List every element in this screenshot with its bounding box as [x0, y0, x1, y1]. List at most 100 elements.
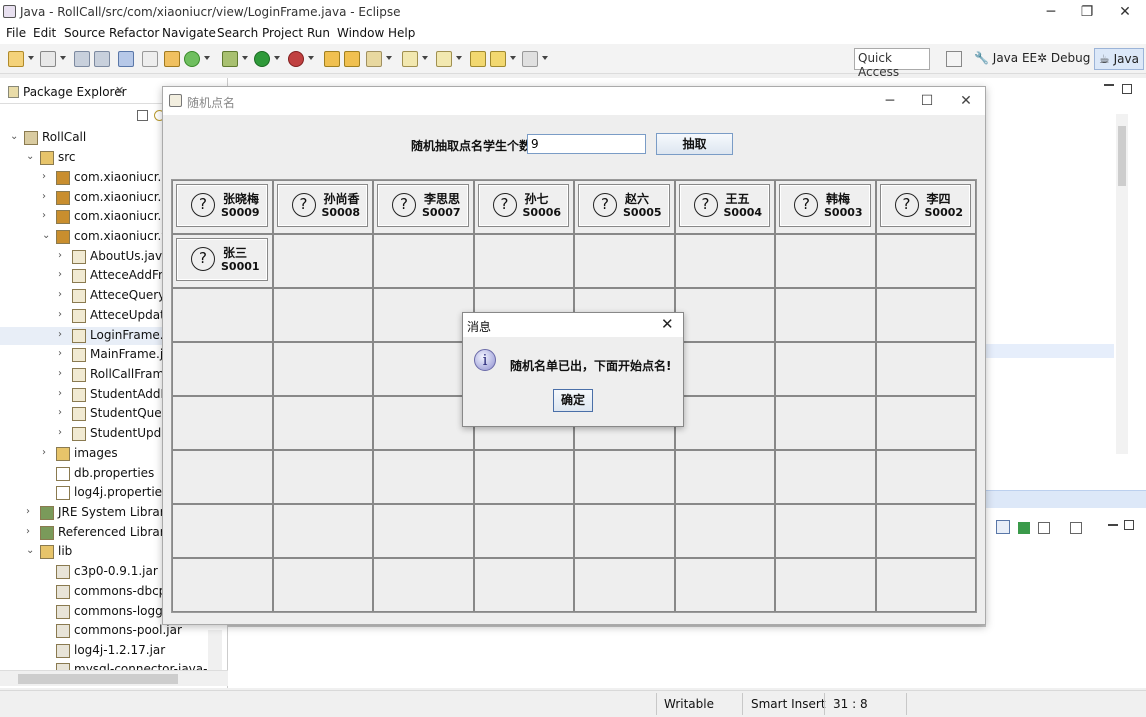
debug-icon[interactable] [222, 51, 238, 67]
chevron-down-icon[interactable] [386, 56, 392, 60]
grid-cell [776, 559, 875, 611]
frame-maximize-button[interactable]: ☐ [916, 91, 938, 111]
menu-window[interactable]: Window [337, 26, 384, 40]
next-annotation-icon[interactable] [402, 51, 418, 67]
maximize-view-icon[interactable] [1122, 84, 1132, 94]
dialog-close-button[interactable]: ✕ [661, 315, 674, 333]
prev-annotation-icon[interactable] [436, 51, 452, 67]
chevron-right-icon[interactable]: › [58, 427, 70, 439]
chevron-down-icon[interactable] [542, 56, 548, 60]
chevron-right-icon[interactable]: › [58, 407, 70, 419]
menu-search[interactable]: Search [217, 26, 258, 40]
chevron-down-icon[interactable]: ⌄ [26, 545, 38, 557]
chevron-right-icon[interactable]: › [42, 210, 54, 222]
student-id: S0002 [924, 206, 964, 219]
back-icon[interactable] [490, 51, 506, 67]
chevron-down-icon[interactable] [242, 56, 248, 60]
student-card[interactable]: ? 张三 S0001 [176, 238, 268, 281]
student-card[interactable]: ? 王五 S0004 [678, 184, 770, 227]
grid-cell [776, 397, 875, 449]
tree-item-label: log4j-1.2.17.jar [74, 643, 166, 657]
java-file-icon [72, 407, 86, 421]
pin-icon[interactable] [1018, 522, 1030, 534]
chevron-right-icon[interactable]: › [42, 171, 54, 183]
student-card[interactable]: ? 李四 S0002 [879, 184, 971, 227]
java-file-icon [72, 427, 86, 441]
chevron-right-icon[interactable]: › [58, 348, 70, 360]
perspective-java[interactable]: ☕ Java [1094, 48, 1144, 70]
chevron-down-icon[interactable] [510, 56, 516, 60]
perspective-debug[interactable]: ✲ Debug [1037, 51, 1090, 65]
scroll-thumb[interactable] [18, 674, 178, 684]
chevron-right-icon[interactable]: › [26, 506, 38, 518]
forward-icon[interactable] [522, 51, 538, 67]
vertical-scrollbar[interactable] [1116, 114, 1128, 454]
frame-minimize-button[interactable]: ─ [879, 91, 901, 111]
student-id: S0006 [522, 206, 562, 219]
jar-icon [56, 644, 70, 658]
chevron-right-icon[interactable]: › [58, 309, 70, 321]
chevron-down-icon[interactable]: ⌄ [42, 230, 54, 242]
close-button[interactable]: ✕ [1114, 2, 1136, 22]
ok-button[interactable]: 确定 [553, 389, 593, 412]
status-writable: Writable [664, 697, 714, 711]
grid-cell [575, 235, 674, 287]
chevron-down-icon[interactable]: ⌄ [10, 131, 22, 143]
open-perspective-icon[interactable] [946, 51, 962, 67]
maximize-button[interactable]: ❐ [1076, 2, 1098, 22]
student-card[interactable]: ? 赵六 S0005 [578, 184, 670, 227]
display-console-icon[interactable] [1038, 522, 1050, 534]
student-card[interactable]: ? 孙尚香 S0008 [276, 184, 368, 227]
menu-help[interactable]: Help [388, 26, 415, 40]
draw-button[interactable]: 抽取 [656, 133, 733, 155]
chevron-right-icon[interactable]: › [58, 250, 70, 262]
student-id: S0004 [723, 206, 763, 219]
chevron-down-icon[interactable] [456, 56, 462, 60]
student-card[interactable]: ? 张晓梅 S0009 [176, 184, 268, 227]
open-type-icon[interactable] [324, 51, 340, 67]
chevron-right-icon[interactable]: › [42, 447, 54, 459]
tree-horizontal-scrollbar[interactable] [0, 670, 228, 686]
frame-close-button[interactable]: ✕ [955, 91, 977, 111]
open-task-icon[interactable] [344, 51, 360, 67]
menu-project[interactable]: Project [262, 26, 303, 40]
chevron-right-icon[interactable]: › [58, 368, 70, 380]
console-icon[interactable] [996, 520, 1010, 534]
tree-scrollbar[interactable] [208, 630, 222, 670]
chevron-right-icon[interactable]: › [42, 191, 54, 203]
tree-item-label: lib [58, 544, 73, 558]
chevron-right-icon[interactable]: › [58, 289, 70, 301]
minimize-button[interactable]: ─ [1040, 2, 1062, 22]
chevron-right-icon[interactable]: › [26, 526, 38, 538]
chevron-down-icon[interactable]: ⌄ [26, 151, 38, 163]
student-id: S0009 [221, 206, 260, 219]
chevron-down-icon[interactable] [308, 56, 314, 60]
tree-item[interactable]: log4j-1.2.17.jar [0, 642, 208, 660]
minimize-view-icon[interactable] [1108, 524, 1118, 526]
student-name: 王五 [725, 192, 750, 206]
chevron-down-icon[interactable] [274, 56, 280, 60]
quick-access-input[interactable]: Quick Access [854, 48, 930, 79]
grid-cell [273, 343, 372, 395]
count-input[interactable] [527, 134, 646, 154]
minimize-view-icon[interactable] [1104, 84, 1114, 86]
grid-cell: ? 赵六 S0005 [575, 181, 674, 233]
student-card[interactable]: ? 韩梅 S0003 [779, 184, 871, 227]
maximize-view-icon[interactable] [1124, 520, 1134, 530]
student-card[interactable]: ? 孙七 S0006 [477, 184, 569, 227]
chevron-down-icon[interactable] [422, 56, 428, 60]
student-card[interactable]: ? 李思思 S0007 [377, 184, 469, 227]
external-tools-icon[interactable] [288, 51, 304, 67]
chevron-right-icon[interactable]: › [58, 269, 70, 281]
menu-run[interactable]: Run [307, 26, 330, 40]
perspective-java-ee[interactable]: 🔧 Java EE [974, 51, 1037, 65]
open-console-icon[interactable] [1070, 522, 1082, 534]
last-edit-icon[interactable] [470, 51, 486, 67]
run-icon[interactable] [254, 51, 270, 67]
chevron-right-icon[interactable]: › [58, 388, 70, 400]
scroll-thumb[interactable] [1118, 126, 1126, 186]
status-separator [906, 693, 907, 715]
student-id: S0005 [623, 206, 662, 219]
search-icon[interactable] [366, 51, 382, 67]
chevron-right-icon[interactable]: › [58, 329, 70, 341]
